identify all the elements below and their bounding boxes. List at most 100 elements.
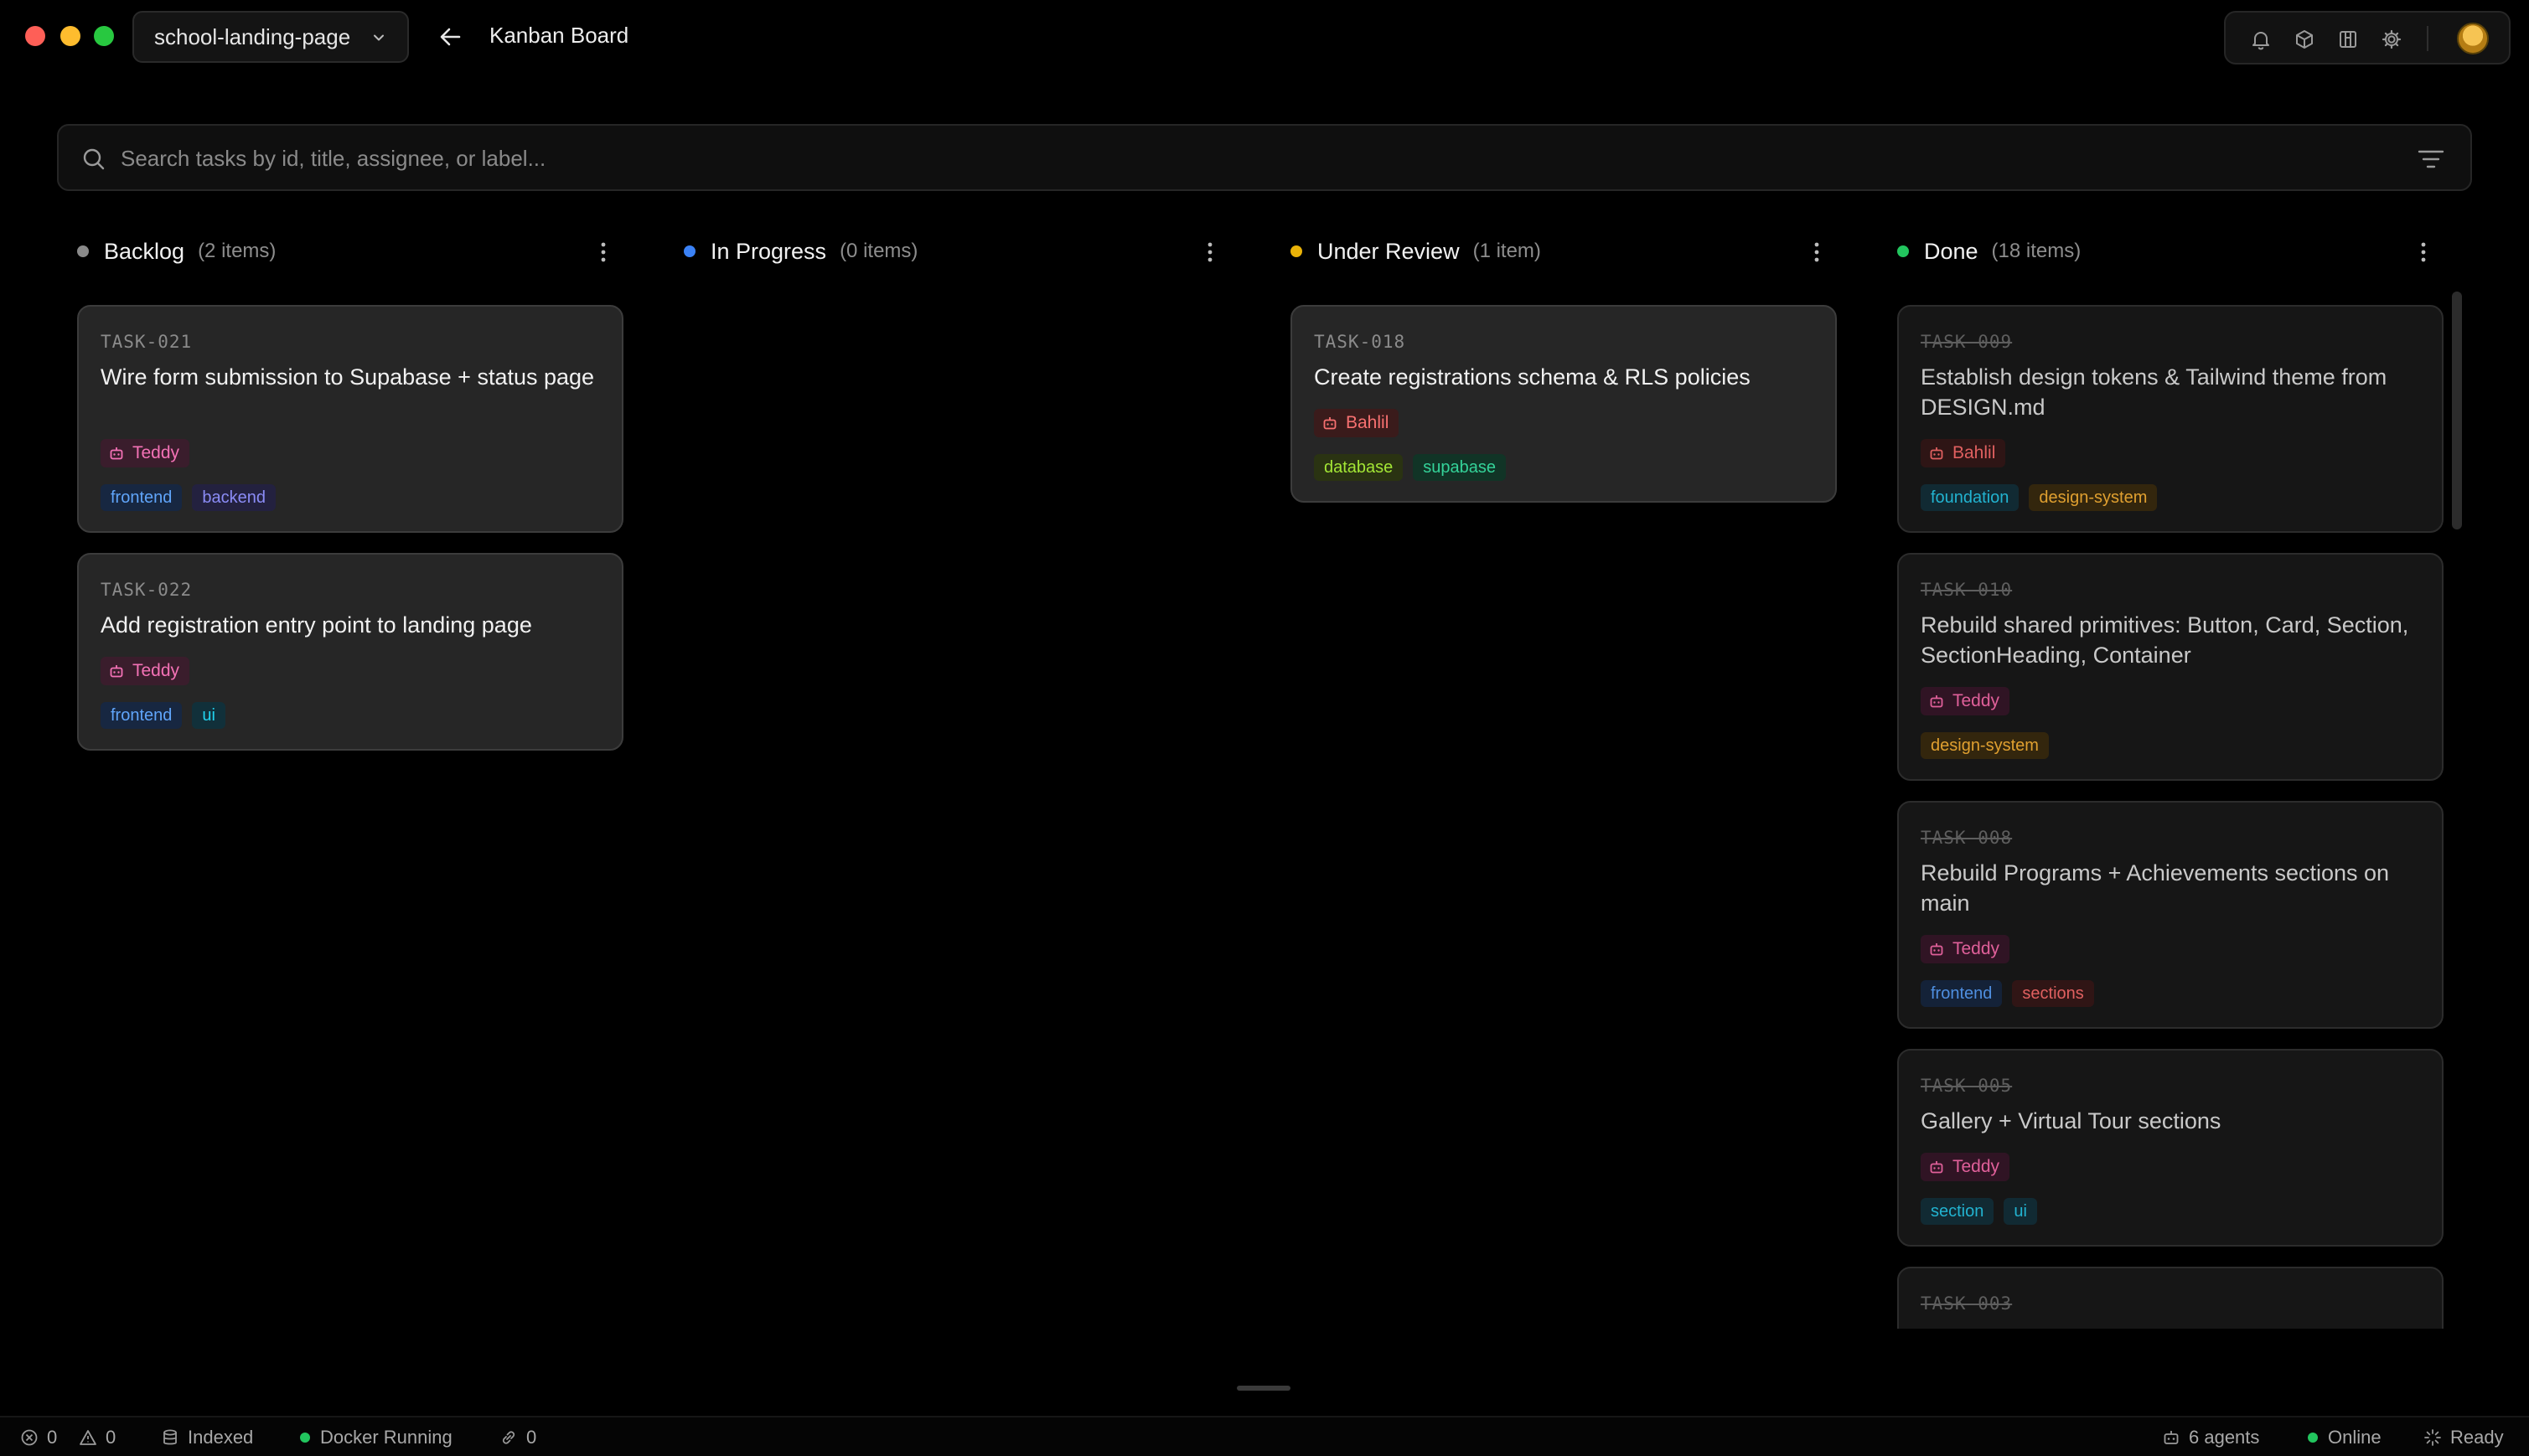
- more-vertical-icon[interactable]: [1810, 241, 1823, 263]
- bell-icon[interactable]: [2249, 28, 2273, 51]
- label-tag: sections: [2012, 980, 2094, 1007]
- more-vertical-icon[interactable]: [1203, 241, 1217, 263]
- column-count: (2 items): [198, 240, 277, 262]
- project-selector[interactable]: school-landing-page: [132, 11, 409, 63]
- link-count[interactable]: 0: [499, 1417, 536, 1456]
- docker-status-dot: [300, 1433, 310, 1443]
- label-tag: frontend: [101, 702, 183, 729]
- agent-count[interactable]: 6 agents: [2162, 1417, 2259, 1456]
- column-header-done: Done (18 items): [1897, 235, 2081, 268]
- window-maximize-button[interactable]: [94, 26, 114, 46]
- task-search-bar: [57, 124, 2472, 191]
- column-header-under-review: Under Review (1 item): [1290, 235, 1541, 268]
- ready-status: Ready: [2423, 1417, 2504, 1456]
- label-list: section ui: [1921, 1198, 2037, 1225]
- warning-icon: [80, 1430, 96, 1445]
- error-count[interactable]: 0: [20, 1417, 57, 1456]
- done-column-list[interactable]: TASK-009 Establish design tokens & Tailw…: [1894, 302, 2447, 1329]
- warning-count[interactable]: 0: [79, 1417, 116, 1456]
- cube-icon[interactable]: [2293, 28, 2316, 51]
- task-id: TASK-008: [1921, 828, 2013, 848]
- assignee-name: Bahlil: [1952, 443, 1996, 462]
- panel-resize-handle[interactable]: [1237, 1386, 1290, 1391]
- column-title: Under Review: [1317, 238, 1460, 264]
- board-icon[interactable]: [2336, 28, 2360, 51]
- bot-icon: [110, 665, 123, 678]
- task-id: TASK-022: [101, 580, 193, 600]
- window-close-button[interactable]: [25, 26, 45, 46]
- task-card[interactable]: TASK-021 Wire form submission to Supabas…: [77, 305, 623, 533]
- task-card[interactable]: TASK-003: [1897, 1267, 2444, 1329]
- toolbar-separator: [2427, 26, 2428, 51]
- assignee-badge: Bahlil: [1921, 439, 2006, 467]
- project-name: school-landing-page: [154, 23, 351, 49]
- task-id: TASK-009: [1921, 332, 2013, 352]
- scrollbar-thumb[interactable]: [2452, 292, 2462, 529]
- label-tag: foundation: [1921, 484, 2020, 511]
- index-status[interactable]: Indexed: [161, 1417, 253, 1456]
- label-list: frontend backend: [101, 484, 277, 511]
- label-tag: ui: [2004, 1198, 2037, 1225]
- label-tag: frontend: [101, 484, 183, 511]
- link-count-value: 0: [526, 1427, 537, 1448]
- agent-count-label: 6 agents: [2189, 1427, 2260, 1448]
- filter-icon[interactable]: [2417, 146, 2445, 173]
- task-card[interactable]: TASK-018 Create registrations schema & R…: [1290, 305, 1837, 503]
- column-title: Backlog: [104, 238, 185, 264]
- assignee-badge: Teddy: [1921, 1153, 2010, 1181]
- label-tag: ui: [192, 702, 225, 729]
- task-id: TASK-003: [1921, 1293, 2013, 1314]
- toolbar-actions: [2224, 11, 2511, 65]
- column-count: (18 items): [1991, 240, 2082, 262]
- connection-status[interactable]: Online: [2308, 1417, 2382, 1456]
- page-title: Kanban Board: [489, 23, 629, 48]
- task-title: Establish design tokens & Tailwind theme…: [1921, 364, 2387, 420]
- task-title: Wire form submission to Supabase + statu…: [101, 364, 595, 390]
- more-vertical-icon[interactable]: [2417, 241, 2430, 263]
- ready-status-label: Ready: [2450, 1427, 2504, 1448]
- status-dot: [1290, 245, 1302, 257]
- task-card[interactable]: TASK-010 Rebuild shared primitives: Butt…: [1897, 553, 2444, 781]
- label-list: frontend ui: [101, 702, 225, 729]
- task-title: Gallery + Virtual Tour sections: [1921, 1108, 2221, 1133]
- index-status-label: Indexed: [188, 1427, 254, 1448]
- error-count-value: 0: [47, 1427, 58, 1448]
- task-card[interactable]: TASK-022 Add registration entry point to…: [77, 553, 623, 751]
- label-list: foundation design-system: [1921, 484, 2158, 511]
- assignee-name: Teddy: [1952, 691, 2000, 710]
- assignee-badge: Teddy: [1921, 935, 2010, 963]
- window-minimize-button[interactable]: [60, 26, 80, 46]
- status-bar: 0 0 Indexed Docker Running 0 6 agents On…: [0, 1416, 2529, 1456]
- label-tag: supabase: [1413, 454, 1507, 481]
- bot-icon: [110, 447, 123, 460]
- label-list: design-system: [1921, 732, 2049, 759]
- more-vertical-icon[interactable]: [597, 241, 610, 263]
- title-bar: school-landing-page Kanban Board: [0, 0, 2529, 75]
- column-count: (0 items): [840, 240, 918, 262]
- task-title: Create registrations schema & RLS polici…: [1314, 364, 1751, 390]
- docker-status[interactable]: Docker Running: [300, 1417, 453, 1456]
- label-tag: section: [1921, 1198, 1994, 1225]
- warning-count-value: 0: [106, 1427, 116, 1448]
- assignee-badge: Teddy: [1921, 687, 2010, 715]
- assignee-name: Teddy: [132, 661, 180, 680]
- bot-icon: [1930, 1161, 1943, 1174]
- task-card[interactable]: TASK-005 Gallery + Virtual Tour sections…: [1897, 1049, 2444, 1247]
- search-input[interactable]: [121, 137, 2383, 179]
- gear-icon[interactable]: [2380, 28, 2403, 51]
- task-card[interactable]: TASK-009 Establish design tokens & Tailw…: [1897, 305, 2444, 533]
- label-tag: design-system: [1921, 732, 2049, 759]
- label-tag: design-system: [2029, 484, 2158, 511]
- link-icon: [502, 1431, 515, 1444]
- assignee-name: Teddy: [1952, 1157, 2000, 1176]
- label-tag: database: [1314, 454, 1404, 481]
- task-id: TASK-010: [1921, 580, 2013, 600]
- user-avatar[interactable]: [2457, 23, 2489, 54]
- task-id: TASK-021: [101, 332, 193, 352]
- label-list: frontend sections: [1921, 980, 2094, 1007]
- bot-icon: [1930, 695, 1943, 708]
- task-card[interactable]: TASK-008 Rebuild Programs + Achievements…: [1897, 801, 2444, 1029]
- assignee-name: Teddy: [132, 443, 180, 462]
- task-title: Rebuild Programs + Achievements sections…: [1921, 860, 2390, 916]
- arrow-left-icon[interactable]: [436, 22, 466, 52]
